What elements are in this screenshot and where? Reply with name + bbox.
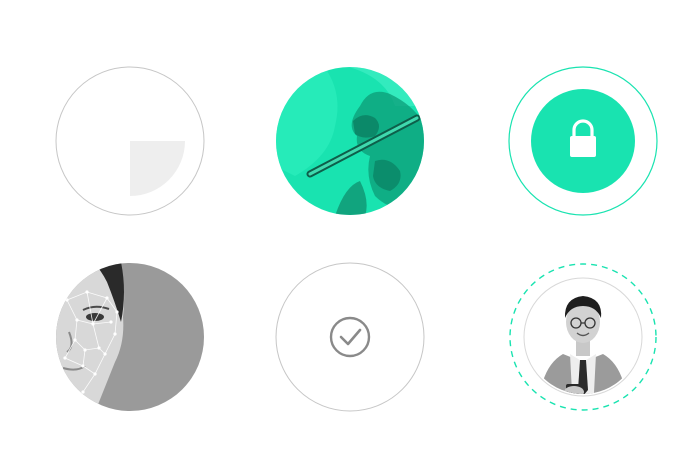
- verified-check-tile: [275, 262, 425, 412]
- quarter-wedge-icon: [55, 66, 205, 216]
- security-lock-tile: [508, 66, 658, 216]
- signing-photo-tile: [275, 66, 425, 216]
- user-portrait-photo: [509, 263, 657, 411]
- biometric-face-tile: [55, 262, 205, 412]
- lock-badge: [508, 66, 658, 216]
- progress-step-tile: [55, 66, 205, 216]
- check-badge: [275, 262, 425, 412]
- face-mesh-photo: [56, 263, 204, 411]
- identity-portrait-tile: [508, 262, 658, 412]
- hand-with-stylus-photo: [276, 67, 424, 215]
